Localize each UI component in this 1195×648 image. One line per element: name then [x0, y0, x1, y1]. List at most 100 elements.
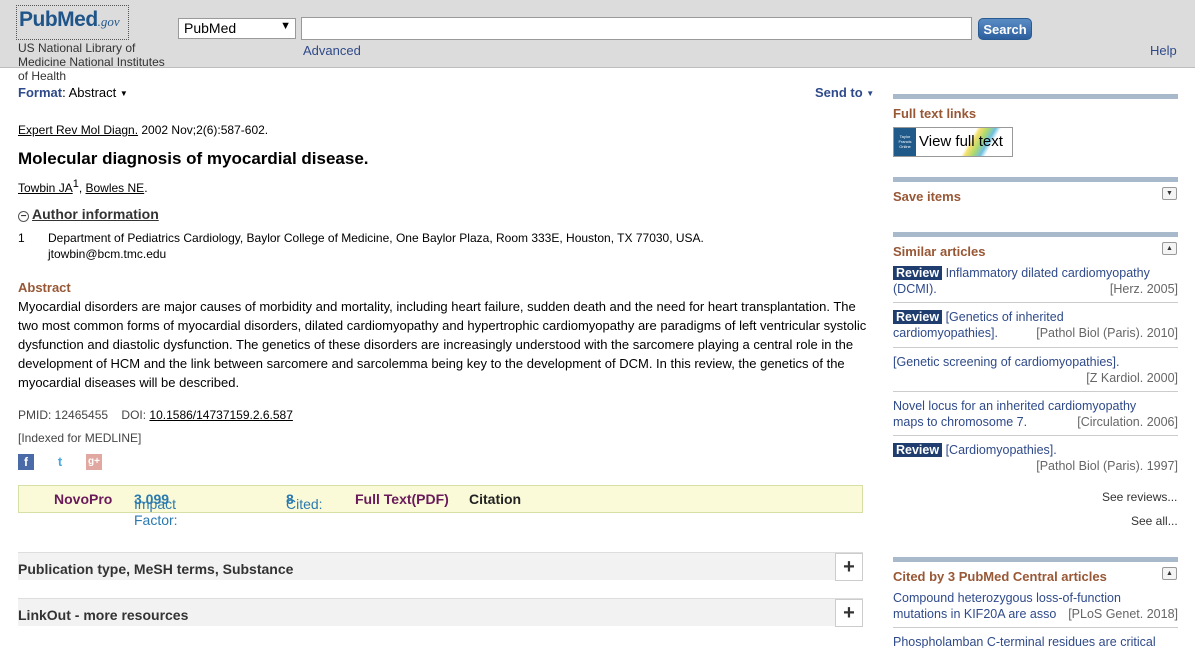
- affiliation-number: 1: [18, 231, 25, 245]
- database-select[interactable]: PubMed ▼: [178, 18, 296, 39]
- sidebar-divider: [893, 232, 1178, 237]
- google-plus-icon[interactable]: g+: [86, 454, 102, 470]
- journal-link[interactable]: Expert Rev Mol Diagn.: [18, 123, 138, 137]
- caret-down-icon: ▼: [119, 89, 128, 99]
- similar-article-title: Inflammatory dilated cardiomyopathy: [942, 266, 1150, 280]
- similar-articles-heading: Similar articles: [893, 244, 986, 259]
- full-text-links-heading: Full text links: [893, 106, 977, 121]
- separator: [893, 435, 1178, 436]
- cited-article-title: Compound heterozygous loss-of-function: [893, 591, 1121, 605]
- review-badge: Review: [893, 310, 943, 324]
- collapse-toggle-icon[interactable]: ▲: [1162, 242, 1177, 255]
- collapse-toggle-icon[interactable]: ▲: [1162, 567, 1177, 580]
- view-full-text-label: View full text: [919, 133, 1003, 150]
- cited-article[interactable]: Compound heterozygous loss-of-function m…: [893, 590, 1178, 622]
- separator: [893, 627, 1178, 628]
- author-end: .: [144, 181, 148, 195]
- full-text-pdf-link[interactable]: Full Text(PDF): [355, 491, 449, 507]
- pmid: PMID: 12465455: [18, 408, 109, 422]
- format-label: Format: [18, 85, 63, 100]
- caret-down-icon: ▼: [866, 89, 875, 99]
- publisher-logo: Taylor Francis Online: [894, 128, 916, 156]
- separator: [893, 391, 1178, 392]
- advanced-link[interactable]: Advanced: [303, 43, 361, 58]
- similar-article-title: Novel locus for an inherited cardiomyopa…: [893, 399, 1137, 413]
- similar-article-source: [Herz. 2005]: [1109, 282, 1178, 296]
- similar-article-title-cont: (DCMI).: [893, 282, 937, 296]
- similar-article-title: [Genetics of inherited: [942, 310, 1064, 324]
- logo-med: Med: [57, 8, 98, 31]
- cited-article-source: [PLoS Genet. 2018]: [1068, 607, 1178, 621]
- send-to-menu[interactable]: Send to ▼: [815, 85, 874, 100]
- publication-type-section[interactable]: Publication type, MeSH terms, Substance …: [18, 552, 863, 581]
- save-items-heading[interactable]: Save items: [893, 189, 961, 204]
- author-separator: ,: [78, 181, 86, 195]
- citation-line: Expert Rev Mol Diagn. 2002 Nov;2(6):587-…: [18, 123, 268, 137]
- similar-article-source: [Pathol Biol (Paris). 1997]: [1036, 459, 1178, 473]
- cited-by-heading: Cited by 3 PubMed Central articles: [893, 569, 1107, 584]
- similar-article[interactable]: Review [Genetics of inherited cardiomyop…: [893, 309, 1178, 341]
- search-button[interactable]: Search: [978, 18, 1032, 40]
- nlm-line: Medicine National Institutes: [18, 55, 165, 69]
- see-all-link[interactable]: See all...: [1131, 514, 1178, 528]
- pubmed-logo[interactable]: PubMed.gov: [16, 5, 129, 40]
- collapse-icon: −: [18, 211, 29, 222]
- doi-link[interactable]: 10.1586/14737159.2.6.587: [149, 408, 292, 422]
- sidebar-divider: [893, 177, 1178, 182]
- identifiers: PMID: 12465455 DOI: 10.1586/14737159.2.6…: [18, 408, 293, 422]
- author-link[interactable]: Bowles NE: [86, 181, 145, 195]
- nlm-label[interactable]: US National Library of Medicine National…: [18, 41, 168, 83]
- twitter-icon[interactable]: t: [52, 454, 68, 470]
- search-input[interactable]: [301, 17, 972, 40]
- similar-article-title: [Genetic screening of cardiomyopathies].: [893, 355, 1120, 369]
- send-to-label: Send to: [815, 85, 863, 100]
- see-reviews-link[interactable]: See reviews...: [1102, 490, 1177, 504]
- expand-plus-icon[interactable]: +: [835, 553, 863, 581]
- cited-article-title-cont: mutations in KIF20A are asso: [893, 607, 1057, 621]
- affiliation-address: Department of Pediatrics Cardiology, Bay…: [48, 231, 704, 245]
- similar-article-title: [Cardiomyopathies].: [942, 443, 1057, 457]
- similar-article-title-cont: cardiomyopathies].: [893, 326, 998, 340]
- citation-link[interactable]: Citation: [469, 491, 521, 507]
- similar-article-source: [Z Kardiol. 2000]: [1086, 371, 1178, 385]
- database-select-value: PubMed: [184, 20, 237, 36]
- review-badge: Review: [893, 266, 943, 280]
- author-information-label: Author information: [32, 206, 159, 222]
- citation-details: 2002 Nov;2(6):587-602.: [138, 123, 269, 137]
- similar-article-title-cont: maps to chromosome 7.: [893, 415, 1028, 429]
- similar-article[interactable]: [Genetic screening of cardiomyopathies].…: [893, 354, 1178, 386]
- section-label: LinkOut - more resources: [18, 607, 189, 623]
- affiliation-email: jtowbin@bcm.tmc.edu: [48, 247, 167, 261]
- help-link[interactable]: Help: [1150, 43, 1177, 58]
- sidebar-divider: [893, 557, 1178, 562]
- abstract-text: Myocardial disorders are major causes of…: [18, 299, 867, 390]
- similar-article[interactable]: Novel locus for an inherited cardiomyopa…: [893, 398, 1178, 430]
- similar-article[interactable]: Review [Cardiomyopathies]. [Pathol Biol …: [893, 442, 1178, 474]
- cited-article[interactable]: Phospholamban C-terminal residues are cr…: [893, 634, 1178, 648]
- view-full-text-button[interactable]: Taylor Francis Online View full text: [893, 127, 1013, 157]
- cited-article-title: Phospholamban C-terminal residues are cr…: [893, 635, 1156, 648]
- format-value: : Abstract: [62, 85, 117, 100]
- doi-label: DOI:: [121, 408, 150, 422]
- section-label: Publication type, MeSH terms, Substance: [18, 561, 294, 577]
- logo-pub: Pub: [19, 8, 58, 31]
- nlm-line: of Health: [18, 69, 67, 83]
- separator: [893, 302, 1178, 303]
- linkout-section[interactable]: LinkOut - more resources +: [18, 598, 863, 627]
- author-information-toggle[interactable]: − Author information: [18, 206, 159, 222]
- nlm-line: US National Library of: [18, 41, 136, 55]
- novopro-bar: NovoPro Impact Factor: 3.099 Cited: 8 Fu…: [18, 485, 863, 528]
- indexed-note: [Indexed for MEDLINE]: [18, 431, 142, 445]
- expand-toggle-icon[interactable]: ▼: [1162, 187, 1177, 200]
- sidebar-divider: [893, 94, 1178, 99]
- impact-factor: Impact Factor: 3.099: [134, 491, 178, 528]
- dropdown-arrow-icon: ▼: [280, 20, 291, 32]
- similar-article[interactable]: Review Inflammatory dilated cardiomyopat…: [893, 265, 1178, 297]
- format-menu[interactable]: Format: Abstract ▼: [18, 85, 128, 100]
- novopro-link[interactable]: NovoPro: [54, 491, 112, 507]
- expand-plus-icon[interactable]: +: [835, 599, 863, 627]
- facebook-icon[interactable]: f: [18, 454, 34, 470]
- author-link[interactable]: Towbin JA: [18, 181, 73, 195]
- logo-gov: .gov: [97, 14, 120, 29]
- separator: [893, 347, 1178, 348]
